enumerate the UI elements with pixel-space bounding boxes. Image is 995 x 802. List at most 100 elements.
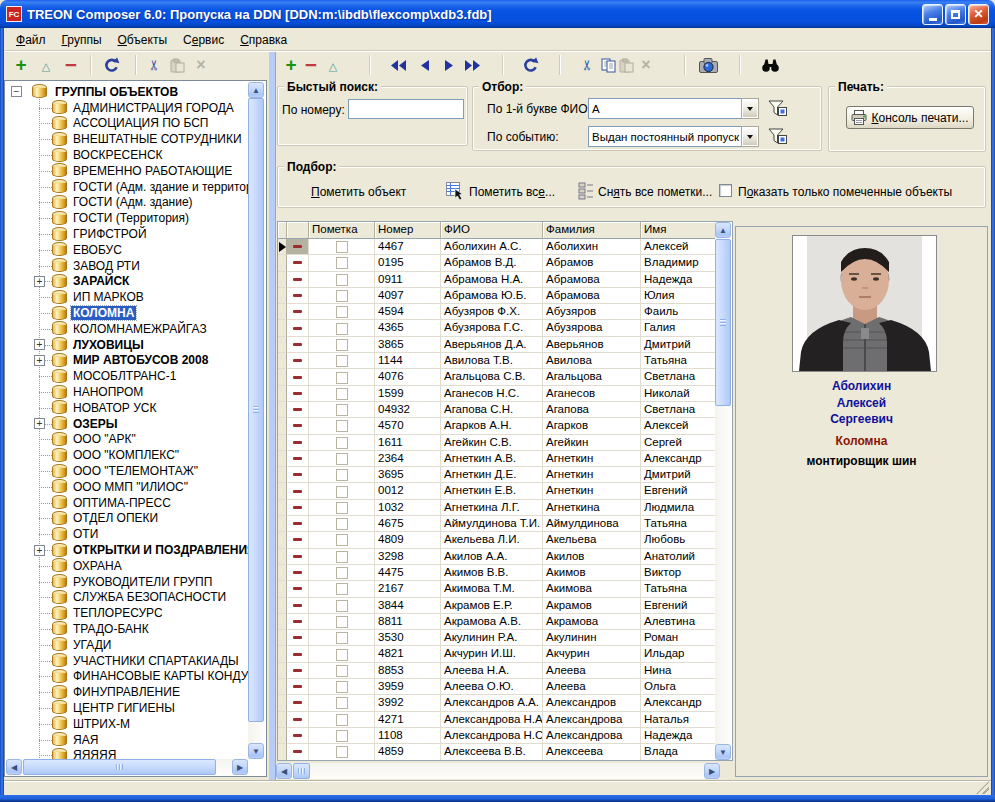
mark-checkbox[interactable] <box>336 453 348 465</box>
mark-all-link[interactable]: Пометить все... <box>469 185 555 199</box>
menu-справка[interactable]: Справка <box>232 30 295 50</box>
tree-item[interactable]: ВОСКРЕСЕНСК <box>6 147 248 163</box>
add-object-icon[interactable]: + <box>282 52 300 78</box>
mark-checkbox[interactable] <box>336 600 348 612</box>
grid-row[interactable]: 1611Агейкин С.В.АгейкинСергей <box>278 435 715 451</box>
tree-item[interactable]: ОХРАНА <box>6 558 248 574</box>
tree-item[interactable]: ТЕПЛОРЕСУРС <box>6 605 248 621</box>
tree-item[interactable]: +ОТКРЫТКИ И ПОЗДРАВЛЕНИЯ <box>6 542 248 558</box>
grid-row[interactable]: 4271Александрова Н.А.АлександроваНаталья <box>278 712 715 728</box>
menu-файл[interactable]: Файл <box>8 30 54 50</box>
cut-icon[interactable]: ✂ <box>145 52 163 78</box>
grid-row[interactable]: 1599Аганесов Н.С.АганесовНиколай <box>278 386 715 402</box>
grid-row[interactable]: 0012Агнеткин Е.В.АгнеткинЕвгений <box>278 483 715 499</box>
tree-item[interactable]: ЗАВОД РТИ <box>6 258 248 274</box>
mark-checkbox[interactable] <box>336 697 348 709</box>
mark-checkbox[interactable] <box>336 486 348 498</box>
clear-marks-link[interactable]: Снять все пометки... <box>598 185 712 199</box>
tree-item[interactable]: ОТДЕЛ ОПЕКИ <box>6 511 248 527</box>
tree-item[interactable]: РУКОВОДИТЕЛИ ГРУПП <box>6 574 248 590</box>
tree-item[interactable]: ГРИФСТРОЙ <box>6 226 248 242</box>
tree-item[interactable]: ОТИ <box>6 526 248 542</box>
tree-item[interactable]: НАНОПРОМ <box>6 384 248 400</box>
next-record-icon[interactable] <box>440 52 458 78</box>
expand-icon[interactable]: + <box>34 339 45 350</box>
tree-item[interactable]: +ОЗЕРЫ <box>6 416 248 432</box>
tree-scroll-left-icon[interactable]: ◀ <box>6 759 22 775</box>
grid-row[interactable]: 8853Алеева Н.А.АлееваНина <box>278 663 715 679</box>
tree-item[interactable]: АДМИНИСТРАЦИЯ ГОРОДА <box>6 100 248 116</box>
col-header-surname[interactable]: Фамилия <box>543 222 641 239</box>
mark-checkbox[interactable] <box>336 257 348 269</box>
tree-item[interactable]: АССОЦИАЦИЯ ПО БСП <box>6 116 248 132</box>
grid-row[interactable]: 4675Аймулдинова Т.И.АймулдиноваТатьяна <box>278 516 715 532</box>
tree-item[interactable]: +ЗАРАЙСК <box>6 274 248 290</box>
resize-grip[interactable] <box>976 781 989 794</box>
expand-icon[interactable]: + <box>34 418 45 429</box>
menu-группы[interactable]: Группы <box>54 30 110 50</box>
first-record-icon[interactable] <box>388 52 410 78</box>
mark-checkbox[interactable] <box>336 437 348 449</box>
tree-item[interactable]: ОПТИМА-ПРЕСС <box>6 495 248 511</box>
tree-item[interactable]: ИП МАРКОВ <box>6 289 248 305</box>
mark-checkbox[interactable] <box>336 746 348 758</box>
panel-splitter[interactable] <box>268 52 276 795</box>
expand-icon[interactable]: + <box>34 545 45 556</box>
tree-item[interactable]: ООО "КОМПЛЕКС" <box>6 447 248 463</box>
grid-scroll-up-icon[interactable]: ▲ <box>715 222 731 238</box>
menu-объекты[interactable]: Объекты <box>110 30 176 50</box>
clear-marks-icon[interactable] <box>578 182 594 200</box>
refresh-objects-icon[interactable] <box>521 52 539 78</box>
mark-checkbox[interactable] <box>336 730 348 742</box>
tree-hscrollbar[interactable]: ◀ ▶ <box>6 759 248 775</box>
mark-checkbox[interactable] <box>336 372 348 384</box>
expand-icon[interactable]: + <box>34 276 45 287</box>
mark-checkbox[interactable] <box>336 714 348 726</box>
tree-scroll-up-icon[interactable]: ▲ <box>248 82 264 98</box>
letter-combo-arrow-icon[interactable] <box>742 99 758 118</box>
tree-item[interactable]: КОЛОМНАМЕЖРАЙГАЗ <box>6 321 248 337</box>
grid-row[interactable]: 4475Акимов В.В.АкимовВиктор <box>278 565 715 581</box>
grid-row[interactable]: 1108Александрова Н.С.АлександроваНадежда <box>278 728 715 744</box>
tree-item[interactable]: ФИНУПРАВЛЕНИЕ <box>6 684 248 700</box>
mark-checkbox[interactable] <box>336 323 348 335</box>
tree-scroll-down-icon[interactable]: ▼ <box>248 743 264 759</box>
copy-icon[interactable] <box>599 52 617 78</box>
close-button[interactable]: ✕ <box>968 4 989 25</box>
tree-item[interactable]: +МИР АВТОБУСОВ 2008 <box>6 353 248 369</box>
tree-item[interactable]: ШТРИХ-М <box>6 716 248 732</box>
grid-row[interactable]: 4821Акчурин И.Ш.АкчуринИльдар <box>278 646 715 662</box>
cut-objects-icon[interactable]: ✂ <box>578 52 596 78</box>
grid-row[interactable]: 3530Акулинин Р.А.АкулининРоман <box>278 630 715 646</box>
mark-all-icon[interactable] <box>446 182 464 200</box>
grid-row[interactable]: 4570Агарков А.Н.АгарковАлексей <box>278 418 715 434</box>
refresh-groups-icon[interactable] <box>102 52 120 78</box>
mark-checkbox[interactable] <box>336 290 348 302</box>
event-combo-arrow-icon[interactable] <box>742 127 758 146</box>
tree-item[interactable]: ТРАДО-БАНК <box>6 621 248 637</box>
tree-item[interactable]: ФИНАНСОВЫЕ КАРТЫ КОНДУКТС <box>6 668 248 684</box>
mark-checkbox[interactable] <box>336 420 348 432</box>
event-combo[interactable]: Выдан постоянный пропуск <box>588 126 759 147</box>
grid-row[interactable]: 4076Агальцова С.В.АгальцоваСветлана <box>278 369 715 385</box>
grid-row[interactable]: 4467Аболихин А.С.АболихинАлексей <box>278 239 715 255</box>
tree-item[interactable]: НОВАТОР УСК <box>6 400 248 416</box>
grid-row[interactable]: 3298Акилов А.А.АкиловАнатолий <box>278 549 715 565</box>
tree-item[interactable]: ЯАЯ <box>6 732 248 748</box>
grid-row[interactable]: 3959Алеева О.Ю.АлееваОльга <box>278 679 715 695</box>
camera-icon[interactable] <box>697 52 719 78</box>
menu-сервис[interactable]: Сервис <box>175 30 232 50</box>
mark-checkbox[interactable] <box>336 632 348 644</box>
mark-checkbox[interactable] <box>336 388 348 400</box>
mark-checkbox[interactable] <box>336 567 348 579</box>
tree-item[interactable]: ООО "АРК" <box>6 432 248 448</box>
mark-checkbox[interactable] <box>336 274 348 286</box>
print-console-button[interactable]: Консоль печати... <box>846 106 974 129</box>
grid-row[interactable]: 3992Александров А.А.АлександровАлександр <box>278 695 715 711</box>
letter-combo[interactable]: А <box>588 98 759 119</box>
maximize-button[interactable] <box>945 4 966 25</box>
prior-record-icon[interactable] <box>416 52 434 78</box>
grid-row[interactable]: 4594Абузяров Ф.Х.АбузяровФаиль <box>278 304 715 320</box>
last-record-icon[interactable] <box>462 52 484 78</box>
tree-item[interactable]: ВНЕШТАТНЫЕ СОТРУДНИКИ <box>6 131 248 147</box>
